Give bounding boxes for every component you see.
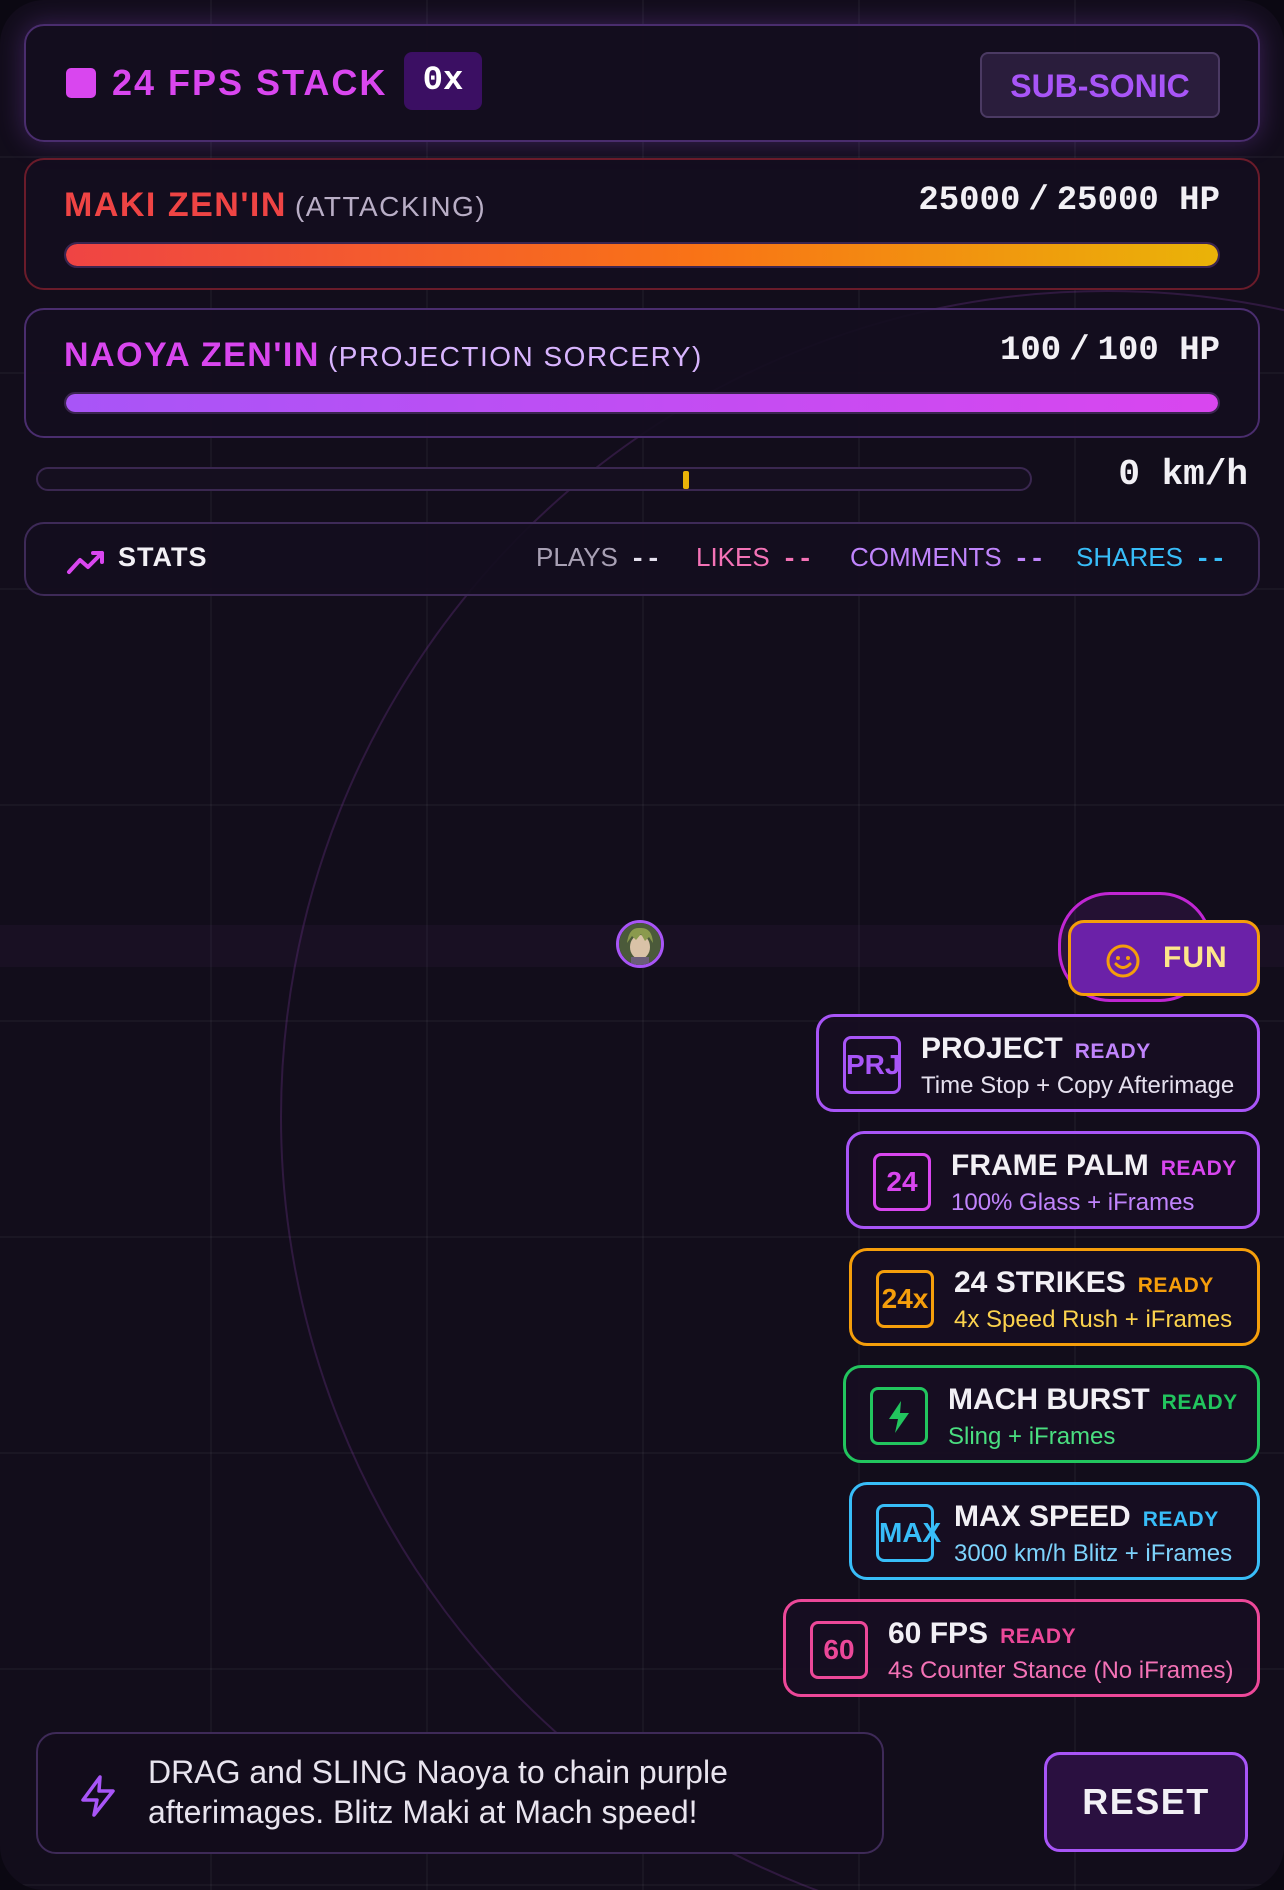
stat-plays-label: PLAYS [536, 542, 618, 572]
maki-health-bar [64, 242, 1220, 268]
ability-mach-burst-status: READY [1161, 1391, 1238, 1414]
speed-tier-badge: SUB-SONIC [980, 52, 1220, 118]
ability-project[interactable]: PRJ PROJECT READY Time Stop + Copy Afteri… [816, 1014, 1260, 1112]
naoya-hp: 100/100 HP [1000, 332, 1220, 370]
stat-comments-value: -- [1013, 544, 1045, 574]
naoya-status: (PROJECTION SORCERY) [327, 341, 703, 372]
maki-name-text: MAKI ZEN'IN [64, 186, 287, 224]
trending-up-icon [67, 551, 104, 574]
stat-shares-label: SHARES [1076, 542, 1183, 572]
ability-frame-palm-status: READY [1160, 1157, 1237, 1180]
stat-shares-value: -- [1194, 544, 1227, 574]
stat-comments: COMMENTS -- [850, 542, 1045, 574]
maki-hp-current: 25000 [918, 182, 1021, 220]
fps-stack-label: 24 FPS STACK [112, 62, 388, 103]
maki-hp: 25000/25000 HP [918, 182, 1220, 220]
stat-likes: LIKES -- [696, 542, 813, 574]
lightning-icon [889, 1401, 909, 1433]
ability-project-name: PROJECT [921, 1032, 1063, 1065]
stats-title: STATS [118, 542, 208, 572]
maki-name: MAKI ZEN'IN (ATTACKING) [64, 186, 486, 225]
speed-gauge-needle [683, 471, 690, 489]
stat-likes-value: -- [781, 544, 813, 574]
ability-max-speed-status: READY [1142, 1508, 1219, 1531]
ability-frame-palm-title: FRAME PALM READY [951, 1149, 1237, 1183]
ability-mach-burst-name: MACH BURST [948, 1383, 1150, 1416]
ability-24-strikes-title: 24 STRIKES READY [954, 1266, 1214, 1300]
ability-60-fps-title: 60 FPS READY [888, 1617, 1076, 1651]
stat-comments-label: COMMENTS [850, 542, 1002, 572]
maki-hp-max: 25000 HP [1056, 182, 1220, 220]
speed-readout: 0 km/h [1118, 454, 1248, 495]
naoya-portrait-icon [619, 923, 661, 965]
ability-project-title: PROJECT READY [921, 1032, 1151, 1066]
tip-text: DRAG and SLING Naoya to chain purple aft… [148, 1754, 728, 1830]
ability-24-strikes-name: 24 STRIKES [954, 1266, 1126, 1299]
lightning-outline-icon [81, 1775, 115, 1817]
ability-project-desc: Time Stop + Copy Afterimage [921, 1072, 1235, 1099]
ability-max-speed-desc: 3000 km/h Blitz + iFrames [954, 1540, 1233, 1567]
naoya-avatar[interactable] [616, 920, 664, 968]
ability-24-strikes-badge: 24x [876, 1270, 934, 1328]
stat-plays: PLAYS -- [536, 542, 661, 574]
stat-shares: SHARES -- [1076, 542, 1226, 574]
ability-frame-palm-name: FRAME PALM [951, 1149, 1149, 1182]
maki-hp-separator: / [1028, 182, 1049, 220]
reset-button[interactable]: RESET [1044, 1752, 1248, 1852]
ability-60-fps-name: 60 FPS [888, 1617, 989, 1650]
ability-max-speed-name: MAX SPEED [954, 1500, 1131, 1533]
stat-plays-value: -- [629, 544, 662, 574]
naoya-health-bar [64, 392, 1220, 414]
ability-60-fps-badge: 60 [810, 1621, 868, 1679]
speed-gauge [36, 467, 1032, 491]
ability-frame-palm[interactable]: 24 FRAME PALM READY 100% Glass + iFrames [846, 1131, 1260, 1229]
ability-mach-burst-title: MACH BURST READY [948, 1383, 1238, 1417]
maki-status: (ATTACKING) [294, 191, 487, 222]
combo-counter: 0x [404, 52, 482, 110]
tip-panel: DRAG and SLING Naoya to chain purple aft… [36, 1732, 884, 1854]
naoya-health-panel: NAOYA ZEN'IN (PROJECTION SORCERY) 100/100… [24, 308, 1260, 438]
maki-health-panel: MAKI ZEN'IN (ATTACKING) 25000/25000 HP [24, 158, 1260, 290]
naoya-hp-max: 100 HP [1097, 332, 1220, 370]
fps-stack-panel: 24 FPS STACK 0x SUB-SONIC [24, 24, 1260, 142]
ability-project-badge: PRJ [843, 1036, 901, 1094]
smiley-icon [1106, 944, 1140, 978]
naoya-name-text: NAOYA ZEN'IN [64, 336, 320, 374]
fun-label: FUN [1163, 941, 1228, 974]
ability-mach-burst[interactable]: MACH BURST READY Sling + iFrames [843, 1365, 1260, 1463]
fps-stack-indicator [66, 68, 96, 98]
ability-max-speed-title: MAX SPEED READY [954, 1500, 1219, 1534]
ability-24-strikes-status: READY [1137, 1274, 1214, 1297]
ability-60-fps-status: READY [1000, 1625, 1077, 1648]
naoya-health-fill [66, 394, 1218, 412]
ability-frame-palm-badge: 24 [873, 1153, 931, 1211]
ability-max-speed[interactable]: MAX MAX SPEED READY 3000 km/h Blitz + iFr… [849, 1482, 1260, 1580]
naoya-name: NAOYA ZEN'IN (PROJECTION SORCERY) [64, 336, 703, 375]
stat-likes-label: LIKES [696, 542, 770, 572]
ability-60-fps-desc: 4s Counter Stance (No iFrames) [888, 1657, 1234, 1684]
ability-frame-palm-desc: 100% Glass + iFrames [951, 1189, 1195, 1216]
ability-24-strikes-desc: 4x Speed Rush + iFrames [954, 1306, 1233, 1333]
ability-24-strikes[interactable]: 24x 24 STRIKES READY 4x Speed Rush + iFra… [849, 1248, 1260, 1346]
stats-panel[interactable]: STATS PLAYS -- LIKES -- COMMENTS -- SHARES -… [24, 522, 1260, 596]
ability-max-speed-badge: MAX [876, 1504, 941, 1562]
ability-mach-burst-badge [870, 1387, 928, 1445]
game-screen: 24 FPS STACK 0x SUB-SONIC MAKI ZEN'IN (AT… [0, 0, 1284, 1890]
naoya-hp-current: 100 [999, 332, 1062, 370]
fun-button[interactable]: FUN [1068, 920, 1260, 996]
maki-health-fill [66, 244, 1218, 266]
ability-mach-burst-desc: Sling + iFrames [948, 1423, 1116, 1450]
naoya-hp-separator: / [1069, 332, 1090, 370]
ability-project-status: READY [1074, 1040, 1151, 1063]
ability-60-fps[interactable]: 60 60 FPS READY 4s Counter Stance (No iFr… [783, 1599, 1260, 1697]
